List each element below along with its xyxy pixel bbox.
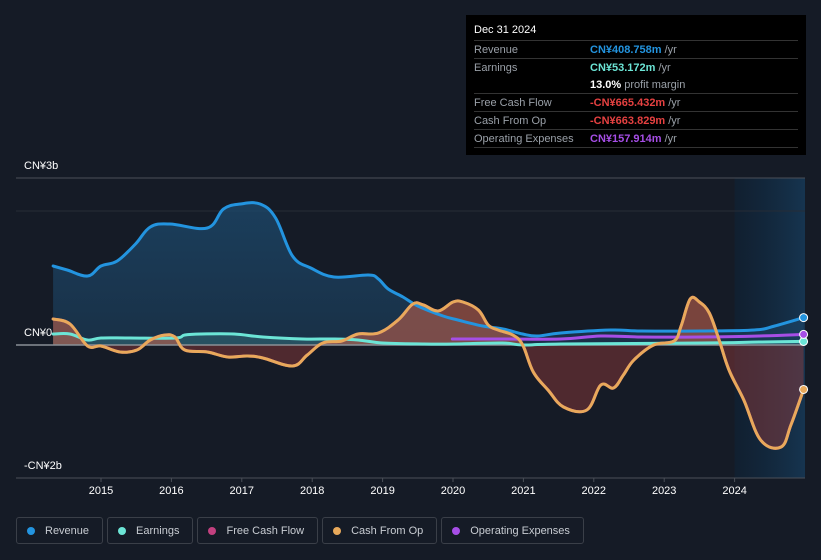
tooltip-value: CN¥157.914m [590, 132, 662, 145]
tooltip-label: Cash From Op [474, 114, 547, 127]
legend-label: Earnings [136, 524, 180, 537]
legend-item-free-cash-flow[interactable]: Free Cash Flow [197, 517, 319, 544]
legend-label: Revenue [45, 524, 90, 537]
x-tick-label: 2016 [159, 485, 184, 497]
y-tick-label: CN¥0 [24, 327, 53, 339]
chart-legend: Revenue Earnings Free Cash Flow Cash Fro… [16, 517, 584, 544]
tooltip-unit: profit margin [624, 78, 686, 91]
tooltip-row-operating-expenses: Operating Expenses CN¥157.914m /yr [474, 130, 798, 148]
legend-dot-icon [27, 526, 35, 535]
tooltip-unit: /yr [658, 61, 671, 74]
tooltip-unit: /yr [664, 132, 677, 145]
legend-item-operating-expenses[interactable]: Operating Expenses [441, 517, 584, 544]
tooltip-unit: /yr [668, 96, 681, 109]
operating-expenses-end-point[interactable] [799, 329, 809, 339]
tooltip-row-cash-from-op: Cash From Op -CN¥663.829m /yr [474, 112, 798, 130]
x-tick-label: 2015 [88, 485, 114, 497]
x-tick-label: 2020 [440, 485, 466, 497]
x-tick-label: 2021 [511, 485, 536, 497]
x-tick-label: 2022 [581, 485, 607, 497]
x-tick-label: 2024 [722, 485, 747, 497]
tooltip-value: -CN¥663.829m [590, 114, 666, 127]
legend-label: Free Cash Flow [226, 524, 305, 537]
tooltip-row-free-cash-flow: Free Cash Flow -CN¥665.432m /yr [474, 94, 798, 112]
tooltip-label: Revenue [474, 43, 519, 56]
tooltip-unit: /yr [668, 114, 681, 127]
tooltip-row-earnings: Earnings CN¥53.172m /yr [474, 59, 798, 76]
legend-dot-icon [452, 526, 461, 535]
legend-item-cash-from-op[interactable]: Cash From Op [322, 517, 438, 544]
tooltip-unit: /yr [664, 43, 677, 56]
tooltip-label: Free Cash Flow [474, 96, 552, 109]
tooltip-value: CN¥408.758m [590, 43, 662, 56]
x-tick-label: 2018 [299, 485, 325, 497]
tooltip-panel: Dec 31 2024 Revenue CN¥408.758m /yr Earn… [466, 15, 806, 155]
legend-dot-icon [333, 526, 342, 535]
y-tick-label: CN¥3b [24, 160, 59, 172]
tooltip-value: 13.0% [590, 78, 622, 91]
tooltip-label: Operating Expenses [474, 132, 574, 145]
tooltip-value: CN¥53.172m [590, 61, 656, 74]
y-tick-label: -CN¥2b [24, 460, 62, 472]
x-tick-label: 2019 [370, 485, 395, 497]
tooltip-label: Earnings [474, 61, 518, 74]
legend-dot-icon [118, 526, 127, 535]
cash-from-op-end-point[interactable] [799, 384, 809, 394]
legend-label: Operating Expenses [470, 524, 570, 537]
legend-item-earnings[interactable]: Earnings [107, 517, 194, 544]
tooltip-date: Dec 31 2024 [474, 23, 798, 41]
legend-dot-icon [208, 526, 217, 535]
legend-label: Cash From Op [351, 524, 424, 537]
legend-item-revenue[interactable]: Revenue [16, 517, 104, 544]
tooltip-row-revenue: Revenue CN¥408.758m /yr [474, 41, 798, 59]
x-tick-label: 2023 [651, 485, 677, 497]
tooltip-row-profit-margin: 13.0% profit margin [474, 76, 798, 94]
revenue-end-point[interactable] [799, 313, 809, 323]
tooltip-value: -CN¥665.432m [590, 96, 666, 109]
x-tick-label: 2017 [229, 485, 255, 497]
